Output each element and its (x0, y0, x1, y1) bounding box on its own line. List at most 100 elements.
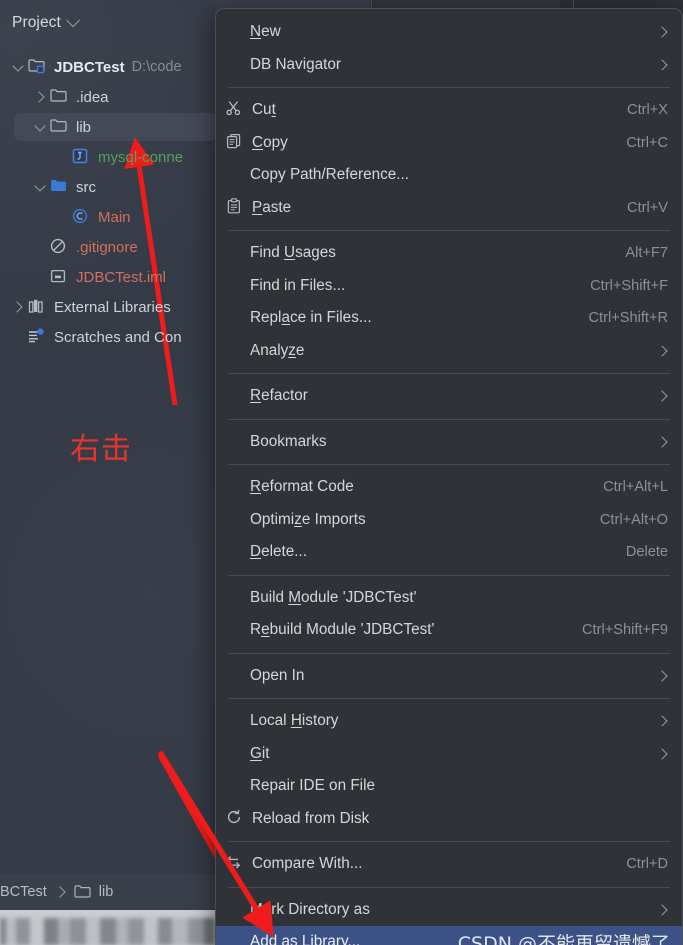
menu-item-reformat-code[interactable]: Reformat Code Ctrl+Alt+L (216, 471, 682, 504)
menu-item-cut[interactable]: Cut Ctrl+X (216, 94, 682, 127)
menu-item-delete[interactable]: Delete... Delete (216, 536, 682, 569)
folder-icon (50, 118, 70, 136)
menu-item-label: Find in Files... (250, 276, 346, 294)
ide-screenshot: Project JDBCTest D:\code .idea lib mysql-con… (0, 0, 683, 945)
menu-item-mark-directory-as[interactable]: Mark Directory as (216, 894, 682, 927)
menu-item-find-in-files[interactable]: Find in Files... Ctrl+Shift+F (216, 270, 682, 303)
tree-node-external-libraries[interactable]: External Libraries (0, 292, 215, 322)
menu-item-new[interactable]: New (216, 16, 682, 49)
gitignore-icon (50, 238, 70, 256)
menu-icon-placeholder (224, 55, 250, 75)
menu-separator (228, 574, 670, 576)
menu-item-label: Copy Path/Reference... (250, 166, 410, 184)
tree-node--gitignore[interactable]: .gitignore (0, 232, 215, 262)
menu-item-label: Mark Directory as (250, 900, 370, 918)
menu-item-label: Copy (252, 133, 288, 151)
iml-file-icon (50, 268, 70, 286)
menu-item-open-in[interactable]: Open In (216, 660, 682, 693)
menu-icon-placeholder (224, 620, 250, 640)
menu-item-build-module-jdbctest[interactable]: Build Module 'JDBCTest' (216, 582, 682, 615)
tree-node-lib[interactable]: lib (0, 112, 217, 142)
tree-node-main[interactable]: Main (0, 202, 215, 232)
scratches-icon (28, 328, 48, 346)
menu-separator (228, 841, 670, 842)
menu-icon-placeholder (224, 308, 250, 328)
menu-item-label: Paste (252, 198, 292, 216)
menu-item-label: Cut (252, 101, 276, 119)
menu-item-label: Bookmarks (250, 432, 327, 450)
menu-separator (228, 698, 670, 699)
menu-icon-placeholder (224, 510, 250, 530)
menu-item-label: Git (250, 744, 270, 762)
tree-node-path: D:\code (131, 59, 182, 75)
breadcrumb-folder[interactable]: lib (99, 884, 114, 900)
menu-item-copy[interactable]: Copy Ctrl+C (216, 127, 682, 160)
project-panel-header[interactable]: Project (12, 13, 81, 32)
chevron-right-icon[interactable] (656, 345, 668, 357)
menu-item-compare-with[interactable]: Compare With... Ctrl+D (216, 848, 682, 881)
menu-item-shortcut: Ctrl+Alt+O (599, 511, 668, 528)
chevron-right-icon[interactable] (656, 748, 668, 760)
menu-icon-placeholder (224, 776, 250, 796)
compare-icon (224, 854, 252, 874)
tree-node-label: JDBCTest.iml (76, 268, 167, 286)
chevron-down-icon[interactable] (32, 119, 48, 135)
menu-item-refactor[interactable]: Refactor (216, 380, 682, 413)
tree-node--idea[interactable]: .idea (0, 82, 215, 112)
chevron-right-icon[interactable] (10, 299, 26, 315)
menu-icon-placeholder (224, 341, 250, 361)
tree-node-jdbctest-iml[interactable]: JDBCTest.iml (0, 262, 215, 292)
menu-item-replace-in-files[interactable]: Replace in Files... Ctrl+Shift+R (216, 302, 682, 335)
menu-item-add-as-library[interactable]: Add as Library... CSDN @不能再留遗憾了 (216, 926, 682, 945)
menu-item-repair-ide-on-file[interactable]: Repair IDE on File (216, 770, 682, 803)
menu-separator (228, 418, 670, 420)
chevron-down-icon[interactable] (32, 179, 48, 195)
chevron-right-icon[interactable] (656, 436, 668, 448)
menu-item-paste[interactable]: Paste Ctrl+V (216, 192, 682, 225)
menu-item-label: Delete... (250, 543, 307, 561)
tree-node-src[interactable]: src (0, 172, 215, 202)
menu-icon-placeholder (224, 477, 250, 497)
breadcrumb[interactable]: BCTest lib (0, 874, 215, 910)
tree-node-label: lib (76, 118, 92, 136)
chevron-right-icon[interactable] (656, 390, 668, 402)
copy-icon (224, 133, 252, 153)
menu-item-label: Optimize Imports (250, 510, 366, 528)
chevron-right-icon[interactable] (32, 89, 48, 105)
menu-item-copy-path-reference[interactable]: Copy Path/Reference... (216, 159, 682, 192)
tree-node-jdbctest[interactable]: JDBCTest D:\code (0, 52, 215, 82)
menu-item-bookmarks[interactable]: Bookmarks (216, 426, 682, 459)
tree-node-scratches-and-con[interactable]: Scratches and Con (0, 322, 215, 352)
chevron-right-icon[interactable] (656, 670, 668, 682)
tree-node-label: External Libraries (54, 298, 171, 316)
menu-item-local-history[interactable]: Local History (216, 705, 682, 738)
menu-item-find-usages[interactable]: Find Usages Alt+F7 (216, 237, 682, 270)
chevron-down-icon[interactable] (65, 13, 81, 28)
menu-icon-placeholder (224, 276, 250, 296)
chevron-down-icon[interactable] (10, 59, 26, 75)
menu-separator (228, 230, 670, 231)
chevron-right-icon[interactable] (656, 59, 668, 71)
tree-node-label: Scratches and Con (54, 328, 182, 346)
menu-item-label: Repair IDE on File (250, 777, 375, 795)
watermark-text: CSDN @不能再留遗憾了 (457, 932, 670, 945)
tree-node-mysql-conne[interactable]: mysql-conne (0, 142, 215, 172)
chevron-right-icon[interactable] (656, 715, 668, 727)
menu-item-rebuild-module-jdbctest[interactable]: Rebuild Module 'JDBCTest' Ctrl+Shift+F9 (216, 614, 682, 647)
menu-item-optimize-imports[interactable]: Optimize Imports Ctrl+Alt+O (216, 504, 682, 537)
menu-item-git[interactable]: Git (216, 738, 682, 771)
context-menu[interactable]: New DB Navigator Cut Ctrl+X Copy Ctrl+C Copy P… (215, 8, 683, 945)
menu-item-shortcut: Ctrl+V (627, 199, 668, 216)
breadcrumb-project[interactable]: BCTest (0, 884, 47, 900)
menu-item-reload-from-disk[interactable]: Reload from Disk (216, 803, 682, 836)
menu-item-analyze[interactable]: Analyze (216, 335, 682, 368)
chevron-right-icon (54, 886, 66, 898)
chevron-right-icon[interactable] (656, 26, 668, 38)
menu-item-db-navigator[interactable]: DB Navigator (216, 49, 682, 82)
project-tree[interactable]: JDBCTest D:\code .idea lib mysql-conne src Mai… (0, 52, 217, 352)
chevron-right-icon[interactable] (656, 904, 668, 916)
menu-icon-placeholder (224, 666, 250, 686)
menu-item-shortcut: Ctrl+X (627, 102, 668, 119)
jar-file-icon (72, 148, 92, 166)
